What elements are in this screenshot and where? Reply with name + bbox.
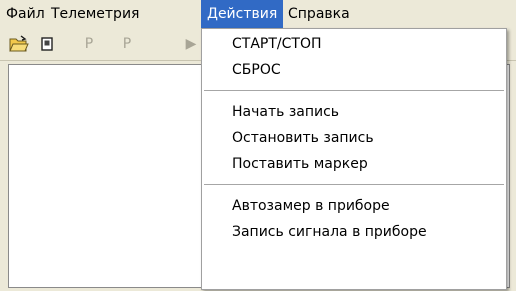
menu-item-start-recording[interactable]: Начать запись (202, 99, 506, 125)
p-icon[interactable]: P (116, 33, 138, 55)
p-icon[interactable]: P (78, 33, 100, 55)
menu-item-set-marker[interactable]: Поставить маркер (202, 151, 506, 177)
app-window: Файл Телеметрия Действия Справка P P ▶ С… (0, 0, 516, 291)
menu-item-auto-measure[interactable]: Автозамер в приборе (202, 193, 506, 219)
menu-item-reset[interactable]: СБРОС (202, 57, 506, 83)
device-icon[interactable] (36, 33, 58, 55)
menu-item-record-signal[interactable]: Запись сигнала в приборе (202, 219, 506, 245)
menu-file[interactable]: Файл (0, 0, 51, 28)
menu-bar: Файл Телеметрия Действия Справка (0, 0, 516, 28)
menu-separator (204, 90, 504, 91)
menu-separator (204, 184, 504, 185)
menu-item-stop-recording[interactable]: Остановить запись (202, 125, 506, 151)
open-folder-icon[interactable] (8, 33, 30, 55)
menu-telemetry[interactable]: Телеметрия (45, 0, 145, 28)
menu-item-start-stop[interactable]: СТАРТ/СТОП (202, 31, 506, 57)
menu-help[interactable]: Справка (282, 0, 356, 28)
menu-actions[interactable]: Действия (201, 0, 284, 28)
actions-dropdown-menu: СТАРТ/СТОП СБРОС Начать запись Остановит… (201, 28, 507, 290)
play-icon[interactable]: ▶ (182, 33, 200, 55)
